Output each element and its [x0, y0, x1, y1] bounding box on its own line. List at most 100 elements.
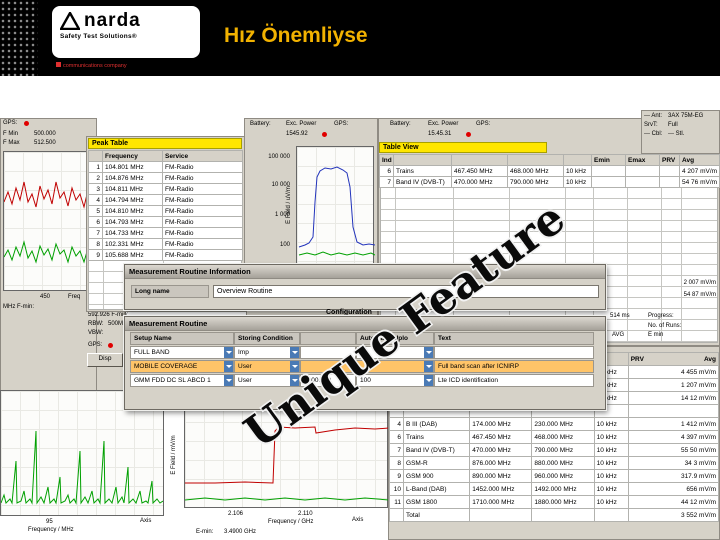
table-view-title: Table View: [379, 142, 547, 153]
fmax-value: 512.500: [34, 140, 56, 146]
gps-status-icon-2: [108, 343, 113, 348]
col-avg: Avg: [703, 355, 716, 363]
cell: 1492.000 MHz: [531, 482, 595, 496]
table-row: 6 Trains 467.450 MHz 468.000 MHz 10 kHz 4 397…: [388, 430, 720, 444]
cell: FM-Radio: [162, 216, 243, 228]
cell: 8: [88, 238, 103, 250]
cell: 104.801 MHz: [102, 161, 163, 173]
cell: GSM 1800: [403, 495, 471, 509]
vbw-label: VBW:: [88, 330, 104, 336]
cell: 880.000 MHz: [531, 456, 595, 470]
cell: 10 kHz: [593, 417, 629, 431]
chevron-down-icon[interactable]: [224, 347, 233, 358]
dot-pattern-decor: [0, 0, 38, 76]
cell: 11: [388, 495, 405, 509]
cell: 3 552 mV/m: [627, 508, 720, 522]
cell: 104.794 MHz: [102, 194, 163, 206]
cell: 468.000 MHz: [531, 430, 595, 444]
storing-select[interactable]: Imp: [234, 346, 300, 359]
cell: [563, 154, 592, 166]
chevron-down-icon[interactable]: [424, 347, 433, 358]
cell: [627, 404, 720, 418]
narda-triangle-icon: [60, 12, 80, 30]
cell: 6: [379, 165, 394, 177]
cell: L-Band (DAB): [403, 482, 471, 496]
text-cell[interactable]: Lte ICD identification: [434, 374, 594, 387]
cell: Trains: [393, 165, 452, 177]
cell: 14 12 mV/m: [627, 391, 720, 405]
table-row: 10 L-Band (DAB) 1452.000 MHz 1492.000 MHz 10…: [388, 482, 720, 496]
cell: [625, 165, 660, 177]
avg-label: AVG: [612, 332, 625, 338]
chevron-down-icon[interactable]: [224, 375, 233, 386]
table-row: 4B III (DAB) 174.000 MHz 230.000 MHz 10 kHz…: [388, 417, 720, 431]
slide-header: narda Safety Test Solutions® communicati…: [0, 0, 720, 76]
cell: FM-Radio: [162, 194, 243, 206]
setup-name-select[interactable]: FULL BAND: [130, 346, 234, 359]
brand-name: narda: [84, 10, 141, 31]
cell-text: MOBILE COVERAGE: [134, 363, 198, 370]
cell: 467.450 MHz: [451, 165, 508, 177]
cell: [88, 150, 103, 162]
setup-name-select[interactable]: MOBILE COVERAGE: [130, 360, 234, 373]
cell: [659, 165, 680, 177]
emin-label: E-min:: [196, 529, 214, 535]
col-prv: PRV: [630, 355, 644, 363]
cell: 10 kHz: [593, 456, 629, 470]
cell: [593, 508, 629, 522]
cell: B III (DAB): [403, 417, 471, 431]
table-header-row: Ind Emin Emax PRV Avg: [379, 154, 720, 166]
cell: FM-Radio: [162, 238, 243, 250]
status-dot: [466, 132, 471, 137]
cell: 3: [88, 183, 103, 195]
slide: narda Safety Test Solutions® communicati…: [0, 0, 720, 540]
gps-label: GPS:: [476, 121, 491, 127]
table-view-table: Ind Emin Emax PRV Avg 6 Trains 467.450 MHz 468.…: [379, 154, 720, 188]
runs-label: No. of Runs:: [648, 323, 682, 329]
display-button[interactable]: Disp: [87, 353, 123, 367]
cell-text: Imp: [238, 349, 249, 356]
text-cell[interactable]: [434, 346, 594, 359]
cell: 10 kHz: [593, 482, 629, 496]
cell: 6: [388, 430, 405, 444]
table-row: 3 104.811 MHz FM-Radio: [88, 183, 243, 195]
cell: 1452.000 MHz: [469, 482, 533, 496]
cell: Total: [403, 508, 471, 522]
chevron-down-icon[interactable]: [424, 375, 433, 386]
rbw-label: RBW:: [88, 321, 104, 327]
cell: 174.000 MHz: [469, 417, 533, 431]
y-tick: 100: [279, 242, 290, 248]
service-label: SrvT:: [644, 122, 658, 128]
setup-name-select[interactable]: GMM FDD DC SL ABCD 1: [130, 374, 234, 387]
col-text: Text: [434, 332, 594, 345]
field-trace: [298, 166, 375, 256]
storing-select[interactable]: User: [234, 360, 300, 373]
progress-label: Progress:: [648, 313, 674, 319]
cell: 104.793 MHz: [102, 216, 163, 228]
cell: 230.000 MHz: [531, 417, 595, 431]
table-row: 7 Band IV (DVB-T) 470.000 MHz 790.000 MHz 10…: [388, 443, 720, 457]
x-tick: 2.110: [298, 511, 313, 517]
chevron-down-icon[interactable]: [224, 361, 233, 372]
tagline-text: communications company: [63, 63, 127, 69]
text-cell[interactable]: Full band scan after ICNIRP: [434, 360, 594, 373]
cell: 9: [388, 469, 405, 483]
page-title: Hız Önemliyse: [224, 24, 368, 47]
cell: 4 397 mV/m: [627, 430, 720, 444]
fmin2-label: 592.926 F-min:: [88, 312, 129, 318]
chevron-down-icon[interactable]: [424, 361, 433, 372]
cell: 102.331 MHz: [102, 238, 163, 250]
peak-table: Frequency Service 1 104.801 MHz FM-Radio 21…: [88, 150, 243, 261]
cell: 6: [88, 216, 103, 228]
cell: 4 207 mV/m: [679, 165, 720, 177]
y-axis-label: E Field / uV/m: [286, 186, 292, 224]
cell-text: User: [238, 363, 252, 370]
cell: FM-Radio: [162, 205, 243, 217]
col-service: Service: [162, 150, 243, 162]
chevron-down-icon[interactable]: [290, 347, 299, 358]
cell: Band IV (DVB-T): [403, 443, 471, 457]
cell: 8: [388, 456, 405, 470]
emin-label: E min: [648, 332, 664, 338]
col-setup-name: Setup Name: [130, 332, 234, 345]
info-dialog: Measurement Routine Information Long nam…: [123, 263, 607, 311]
